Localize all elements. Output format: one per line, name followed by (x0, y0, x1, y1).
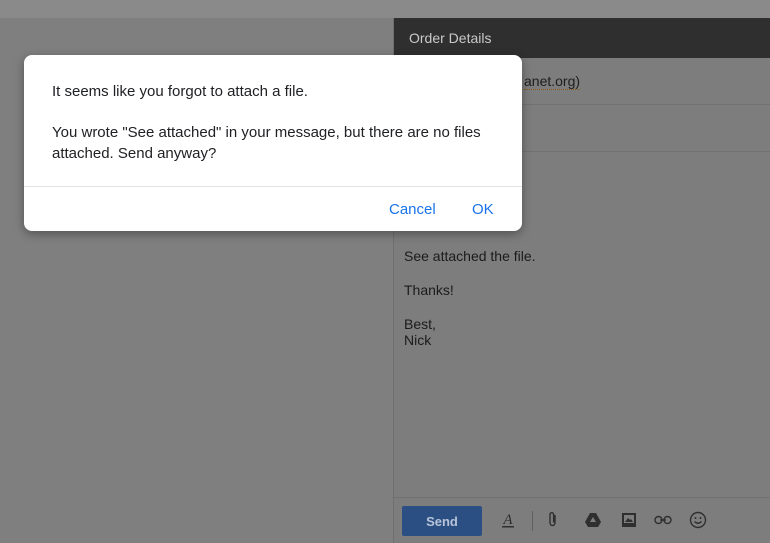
attach-icon[interactable] (542, 509, 564, 531)
dialog-message: You wrote "See attached" in your message… (52, 124, 481, 162)
dialog-title: It seems like you forgot to attach a fil… (52, 83, 308, 100)
svg-text:A: A (502, 512, 513, 528)
send-button[interactable]: Send (402, 506, 482, 536)
link-icon[interactable] (652, 509, 674, 531)
dialog-divider (24, 186, 522, 187)
toolbar-divider (532, 511, 533, 531)
format-text-icon[interactable]: A (497, 509, 519, 531)
body-line: Nick (404, 332, 432, 348)
message-body[interactable]: See attached the file. Thanks! Best, Nic… (404, 248, 536, 348)
drive-icon[interactable] (582, 509, 604, 531)
compose-toolbar: Send A (394, 497, 770, 543)
body-line: Best, (404, 316, 436, 332)
missing-attachment-dialog: It seems like you forgot to attach a fil… (24, 55, 522, 231)
compose-title: Order Details (394, 18, 770, 58)
recipient-email: anet.org) (524, 73, 581, 90)
emoji-icon[interactable] (687, 509, 709, 531)
body-line: See attached the file. (404, 248, 536, 264)
top-strip (0, 0, 770, 18)
photo-icon[interactable] (618, 509, 640, 531)
body-line: Thanks! (404, 282, 454, 298)
cancel-button[interactable]: Cancel (389, 201, 436, 218)
ok-button[interactable]: OK (472, 201, 494, 218)
